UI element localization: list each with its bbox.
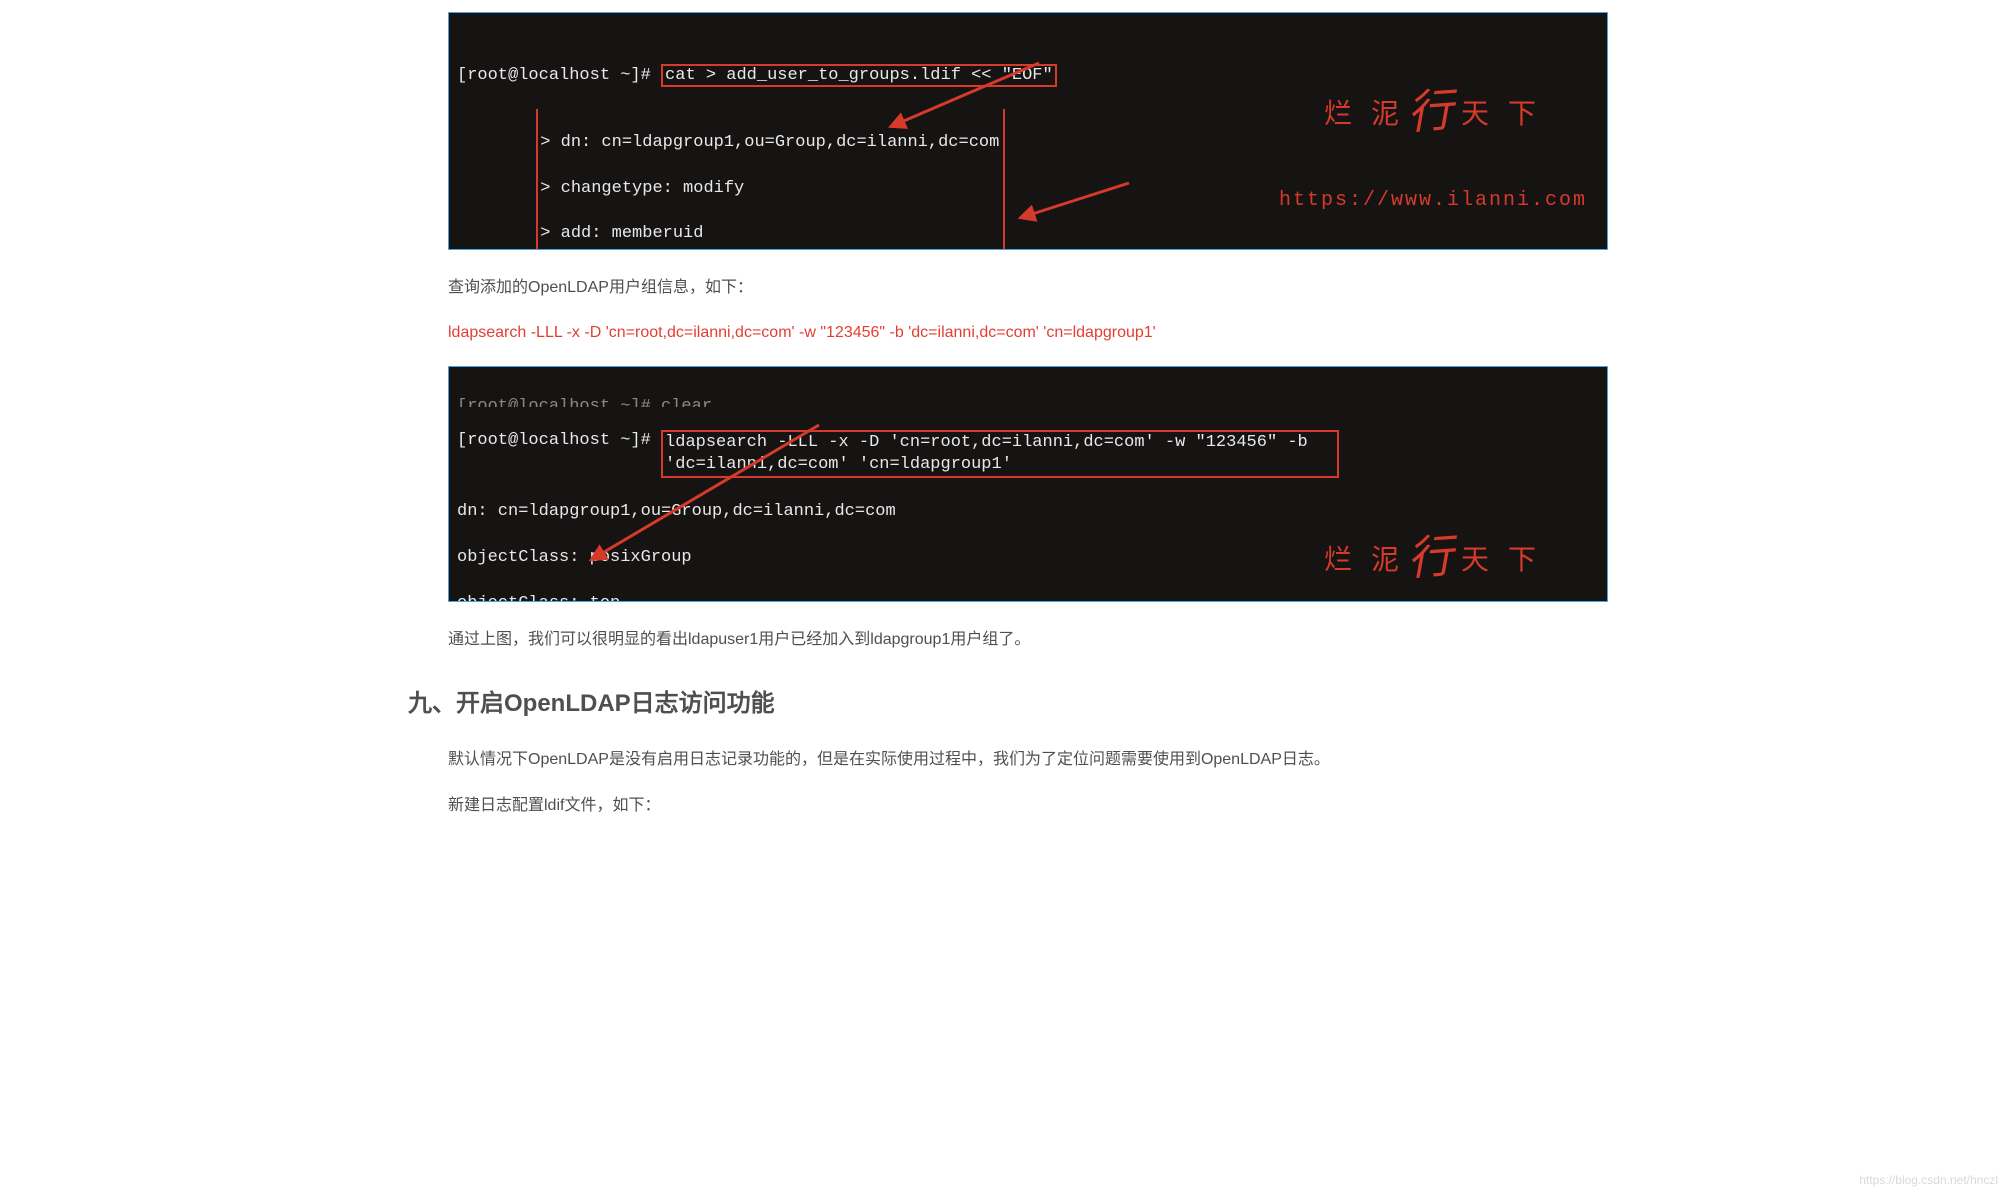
ldif-line: changetype: modify: [561, 179, 745, 198]
output-line: dn: cn=ldapgroup1,ou=Group,dc=ilanni,dc=…: [457, 501, 1599, 524]
watermark: 烂 泥行天 下 https://www.ilanni.com: [1279, 477, 1587, 602]
terminal-screenshot-1: [root@localhost ~]# cat > add_user_to_gr…: [448, 12, 1608, 250]
output-line: objectClass: posixGroup: [457, 547, 1599, 570]
ldif-line: dn: cn=ldapgroup1,ou=Group,dc=ilanni,dc=…: [561, 133, 1000, 152]
highlighted-block: > dn: cn=ldapgroup1,ou=Group,dc=ilanni,d…: [536, 109, 1005, 250]
source-watermark: https://blog.csdn.net/hnczl: [1859, 1170, 1998, 1190]
annotation-arrow: [1009, 173, 1149, 233]
command-text: ldapsearch -LLL -x -D 'cn=root,dc=ilanni…: [408, 319, 1608, 346]
highlighted-command: ldapsearch -LLL -x -D 'cn=root,dc=ilanni…: [661, 430, 1339, 478]
output-line: objectClass: top: [457, 593, 1599, 602]
highlighted-command: cat > add_user_to_groups.ldif << "EOF": [661, 64, 1057, 87]
truncated-line: [root@localhost ~]# clear: [457, 396, 1599, 407]
article-body: [root@localhost ~]# cat > add_user_to_gr…: [368, 12, 1648, 877]
paragraph: 新建日志配置ldif文件，如下：: [408, 792, 1608, 819]
section-heading: 九、开启OpenLDAP日志访问功能: [408, 684, 1608, 725]
watermark: 烂 泥行天 下 https://www.ilanni.com: [1279, 31, 1587, 250]
prompt: [root@localhost ~]#: [457, 66, 661, 85]
paragraph: 通过上图，我们可以很明显的看出ldapuser1用户已经加入到ldapgroup…: [408, 626, 1608, 653]
paragraph: 查询添加的OpenLDAP用户组信息，如下：: [408, 274, 1608, 301]
paragraph: 默认情况下OpenLDAP是没有启用日志记录功能的，但是在实际使用过程中，我们为…: [408, 746, 1608, 773]
ldif-line: add: memberuid: [561, 224, 704, 243]
terminal-screenshot-2: [root@localhost ~]# clear [root@localhos…: [448, 366, 1608, 602]
prompt: [root@localhost ~]#: [457, 431, 661, 450]
